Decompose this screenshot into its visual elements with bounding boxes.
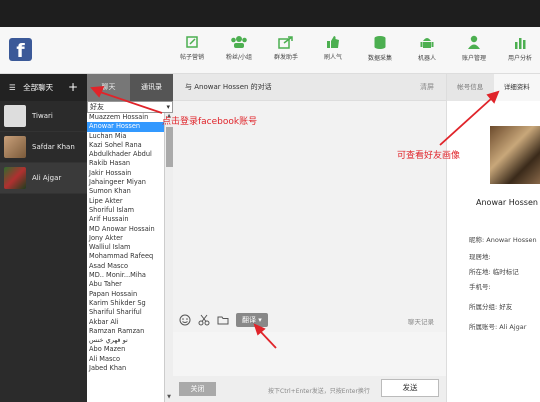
annotation-arrows: [90, 85, 500, 349]
arrow-avatar: [439, 90, 500, 146]
annotation-login: 点击登录facebook账号: [162, 117, 258, 127]
arrow-login: [90, 85, 163, 114]
annotation-avatar: 可查看好友画像: [397, 151, 461, 161]
arrow-translate: [253, 323, 277, 349]
